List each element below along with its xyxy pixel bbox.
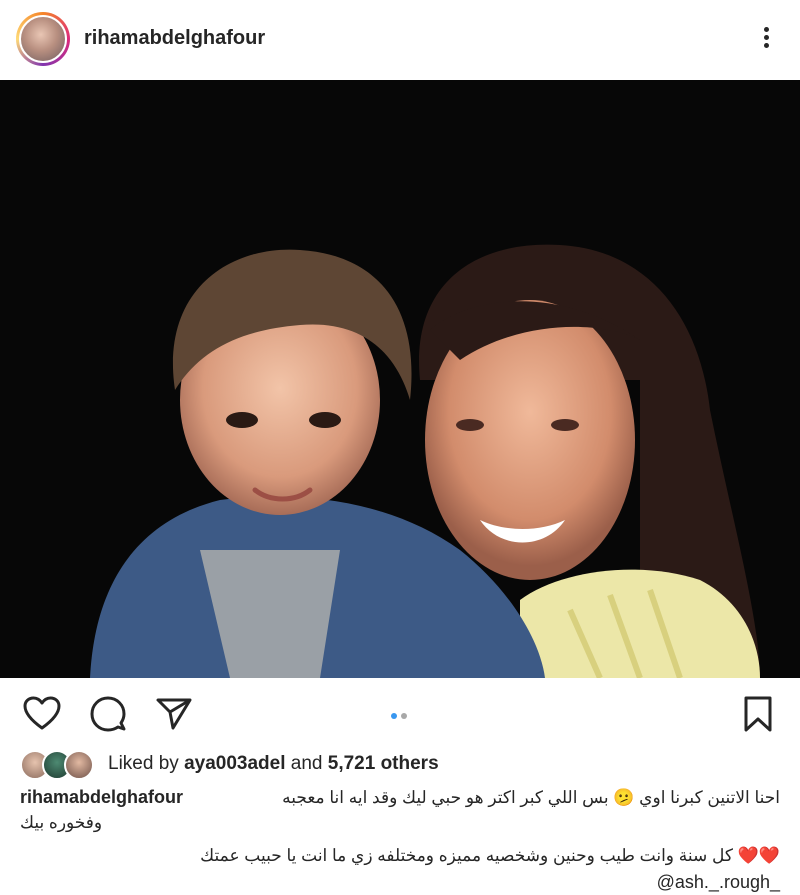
- likes-count[interactable]: 5,721 others: [328, 753, 439, 774]
- likes-conjunction: and: [290, 753, 323, 774]
- heart-icon[interactable]: [22, 694, 62, 734]
- story-ring[interactable]: [16, 12, 70, 66]
- post-photo[interactable]: [0, 80, 800, 678]
- caption-text-line1: احنا الاتنين كبرنا اوي 🫤 بس اللي كبر اكت…: [282, 788, 780, 807]
- carousel-dot[interactable]: [401, 713, 407, 719]
- liker-username[interactable]: aya003adel: [184, 753, 285, 774]
- post-header: rihamabdelghafour: [0, 0, 800, 80]
- bookmark-icon[interactable]: [738, 694, 778, 734]
- caption-username[interactable]: rihamabdelghafour: [20, 785, 183, 810]
- carousel-indicator: [391, 706, 411, 724]
- avatar[interactable]: [19, 15, 67, 63]
- send-icon[interactable]: [154, 694, 194, 734]
- heart-emoji: ❤️❤️: [737, 846, 780, 865]
- caption: rihamabdelghafour احنا الاتنين كبرنا اوي…: [20, 785, 780, 895]
- likes-summary[interactable]: Liked by aya003adel and 5,721 others: [108, 753, 439, 775]
- caption-text-line3: كل سنة وانت طيب وحنين وشخصيه مميزه ومختل…: [200, 846, 733, 865]
- likes-row: Liked by aya003adel and 5,721 others: [20, 750, 780, 780]
- caption-text-line2: وفخوره بيك: [20, 813, 103, 832]
- carousel-dot-active[interactable]: [391, 713, 397, 719]
- caption-mention[interactable]: @ash._.rough_: [20, 870, 780, 895]
- liker-avatar[interactable]: [64, 750, 94, 780]
- comment-icon[interactable]: [88, 694, 128, 734]
- likes-prefix: Liked by: [108, 753, 179, 774]
- more-vertical-icon[interactable]: [756, 24, 776, 56]
- photo-illustration: [0, 80, 800, 678]
- post-username[interactable]: rihamabdelghafour: [84, 27, 265, 50]
